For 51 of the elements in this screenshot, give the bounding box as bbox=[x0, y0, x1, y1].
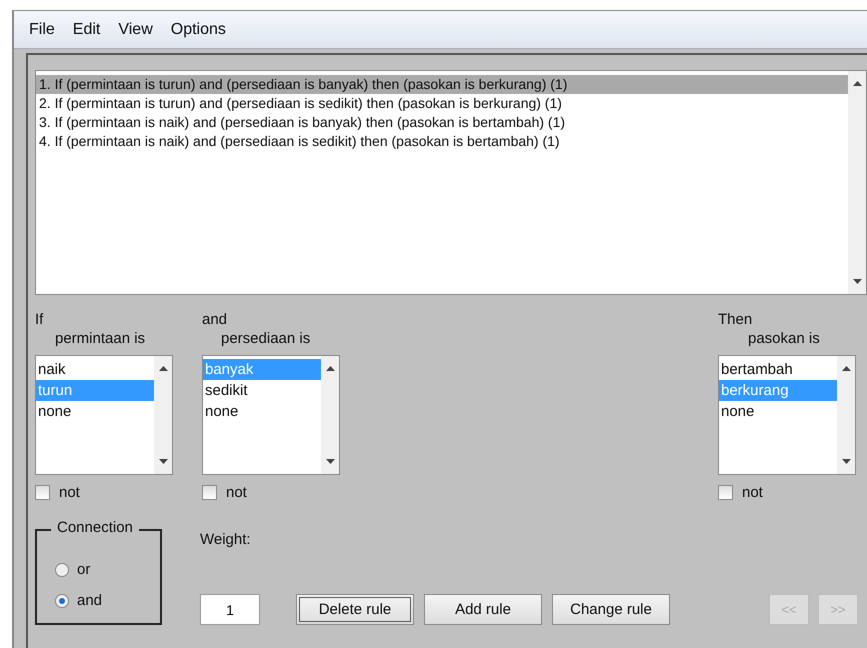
rule-item[interactable]: 2. If (permintaan is turun) and (persediaan is sedikit) then (pasokan is berkurang) (1) bbox=[36, 94, 848, 113]
rule-item[interactable]: 3. If (permintaan is naik) and (persediaan is banyak) then (pasokan is bertambah) (1) bbox=[36, 113, 848, 132]
rule-list[interactable] bbox=[35, 70, 867, 295]
radio-button[interactable] bbox=[55, 562, 69, 576]
variable-label: permintaan is bbox=[54, 330, 146, 349]
radio-label: and bbox=[77, 592, 102, 609]
term-item[interactable]: none bbox=[719, 401, 837, 422]
checkbox-label: not bbox=[742, 484, 763, 501]
variable-label: pasokan is bbox=[747, 330, 821, 349]
scroll-down-icon[interactable] bbox=[326, 459, 334, 464]
menu-item[interactable]: File bbox=[22, 18, 62, 40]
rule-button[interactable]: Change rule bbox=[552, 594, 670, 625]
term-item[interactable]: none bbox=[36, 401, 154, 422]
term-list[interactable]: naik turun none bbox=[35, 355, 173, 475]
menu-item[interactable]: Options bbox=[164, 18, 233, 40]
menu-item[interactable]: View bbox=[111, 18, 160, 40]
rule-button[interactable]: Delete rule bbox=[296, 594, 414, 625]
rule-item[interactable]: 1. If (permintaan is turun) and (persediaan is banyak) then (pasokan is berkurang) (1) bbox=[36, 75, 848, 94]
clause-label: If bbox=[35, 311, 44, 330]
rule-button[interactable]: Add rule bbox=[424, 594, 542, 625]
scroll-up-icon[interactable] bbox=[326, 366, 334, 372]
term-item[interactable]: naik bbox=[36, 359, 154, 380]
term-item[interactable]: none bbox=[203, 401, 321, 422]
scroll-up-icon[interactable] bbox=[842, 366, 850, 372]
scroll-up-icon[interactable] bbox=[852, 81, 862, 86]
clause-label: Then bbox=[718, 311, 754, 330]
term-item[interactable]: bertambah bbox=[719, 359, 837, 380]
scrollbar[interactable] bbox=[154, 356, 172, 474]
scrollbar[interactable] bbox=[848, 71, 866, 294]
radio-label: or bbox=[77, 561, 90, 578]
term-item[interactable]: sedikit bbox=[203, 380, 321, 402]
variable-label: persediaan is bbox=[220, 330, 312, 349]
scroll-up-icon[interactable] bbox=[158, 366, 168, 372]
term-list[interactable]: banyak sedikit none bbox=[202, 355, 340, 475]
scroll-down-icon[interactable] bbox=[842, 459, 850, 464]
radio-button[interactable] bbox=[55, 594, 69, 608]
clause-label: and bbox=[202, 311, 228, 330]
rule-item[interactable]: 4. If (permintaan is naik) and (persediaan is sedikit) then (pasokan is bertambah) (1) bbox=[36, 132, 848, 151]
menu-item[interactable]: Edit bbox=[66, 18, 108, 40]
weight-label: Weight: bbox=[200, 531, 252, 548]
checkbox-label: not bbox=[226, 484, 247, 501]
scroll-down-icon[interactable] bbox=[158, 459, 168, 464]
scrollbar[interactable] bbox=[321, 356, 339, 474]
scroll-down-icon[interactable] bbox=[852, 279, 862, 284]
term-list[interactable]: bertambah berkurang none bbox=[718, 355, 856, 475]
checkbox-label: not bbox=[59, 484, 80, 501]
not-checkbox[interactable] bbox=[202, 485, 217, 500]
weight-field[interactable]: 1 bbox=[200, 594, 260, 625]
scrollbar[interactable] bbox=[837, 356, 855, 474]
not-checkbox[interactable] bbox=[35, 485, 50, 500]
not-checkbox[interactable] bbox=[718, 485, 733, 500]
